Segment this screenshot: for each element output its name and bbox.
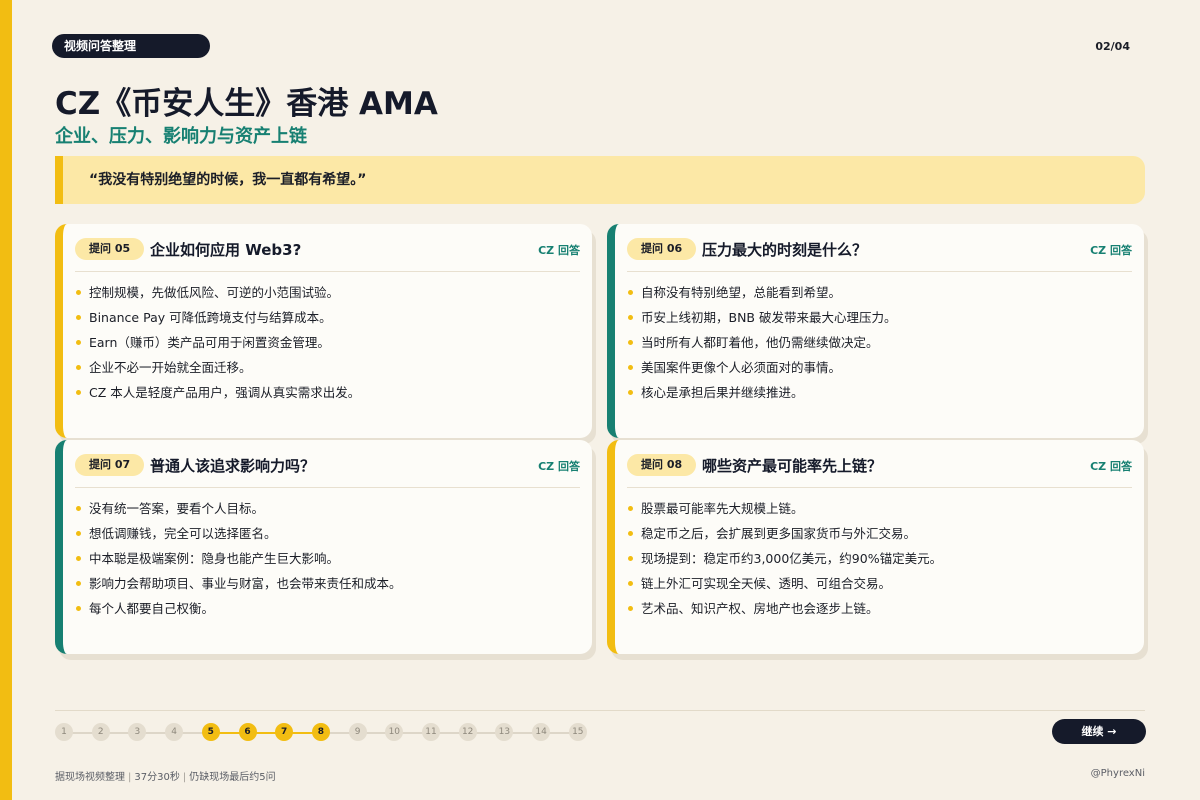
continue-button[interactable]: 继续 → bbox=[1052, 719, 1146, 744]
progress-step-3[interactable]: 3 bbox=[128, 723, 147, 741]
question-tag: 提问 05 bbox=[75, 238, 145, 260]
question-tag: 提问 08 bbox=[627, 454, 697, 476]
qa-card-06: 提问 06 压力最大的时刻是什么？ CZ 回答 自称没有特别绝望，总能看到希望。… bbox=[607, 224, 1144, 438]
progress-track-active bbox=[212, 732, 323, 734]
answer-item: 美国案件更像个人必须面对的事情。 bbox=[627, 355, 1132, 380]
progress-step-15[interactable]: 15 bbox=[568, 723, 587, 741]
answer-item: 核心是承担后果并继续推进。 bbox=[627, 380, 1132, 405]
question-tag: 提问 06 bbox=[627, 238, 697, 260]
question-title: 压力最大的时刻是什么？ bbox=[702, 241, 868, 259]
answer-item: Earn（赚币）类产品可用于闲置资金管理。 bbox=[75, 330, 580, 355]
qa-card-08: 提问 08 哪些资产最可能率先上链？ CZ 回答 股票最可能率先大规模上链。 稳… bbox=[607, 440, 1144, 654]
progress-step-8[interactable]: 8 bbox=[311, 723, 330, 741]
card-header: 提问 06 压力最大的时刻是什么？ CZ 回答 bbox=[627, 236, 1132, 272]
progress-step-6[interactable]: 6 bbox=[238, 723, 257, 741]
answer-list: 没有统一答案，要看个人目标。 想低调赚钱，完全可以选择匿名。 中本聪是极端案例：… bbox=[75, 496, 580, 621]
footer-note: 仍缺现场最后约5问 bbox=[189, 772, 276, 783]
answer-item: 链上外汇可实现全天候、透明、可组合交易。 bbox=[627, 571, 1132, 596]
progress-step-9[interactable]: 9 bbox=[348, 723, 367, 741]
question-tag: 提问 07 bbox=[75, 454, 145, 476]
page-number: 02/04 bbox=[1095, 40, 1130, 53]
footer-source: 据现场视频整理 | 37分30秒 | 仍缺现场最后约5问 bbox=[55, 772, 276, 783]
answer-item: 控制规模，先做低风险、可逆的小范围试验。 bbox=[75, 280, 580, 305]
page-title: CZ《币安人生》香港 AMA bbox=[55, 86, 438, 122]
answer-item: 币安上线初期，BNB 破发带来最大心理压力。 bbox=[627, 305, 1132, 330]
footer-divider bbox=[55, 710, 1145, 711]
answer-item: CZ 本人是轻度产品用户，强调从真实需求出发。 bbox=[75, 380, 580, 405]
answer-list: 自称没有特别绝望，总能看到希望。 币安上线初期，BNB 破发带来最大心理压力。 … bbox=[627, 280, 1132, 405]
answer-item: 艺术品、知识产权、房地产也会逐步上链。 bbox=[627, 596, 1132, 621]
qa-card-05: 提问 05 企业如何应用 Web3? CZ 回答 控制规模，先做低风险、可逆的小… bbox=[55, 224, 592, 438]
card-header: 提问 07 普通人该追求影响力吗？ CZ 回答 bbox=[75, 452, 580, 488]
progress-stepper: 1 2 3 4 5 6 7 8 9 10 11 12 13 14 15 bbox=[55, 722, 595, 744]
answer-item: 自称没有特别绝望，总能看到希望。 bbox=[627, 280, 1132, 305]
answer-item: 股票最可能率先大规模上链。 bbox=[627, 496, 1132, 521]
answer-item: 中本聪是极端案例：隐身也能产生巨大影响。 bbox=[75, 546, 580, 571]
progress-step-12[interactable]: 12 bbox=[458, 723, 477, 741]
progress-step-11[interactable]: 11 bbox=[422, 723, 440, 741]
question-title: 哪些资产最可能率先上链？ bbox=[702, 457, 883, 475]
answer-list: 股票最可能率先大规模上链。 稳定币之后，会扩展到更多国家货币与外汇交易。 现场提… bbox=[627, 496, 1132, 621]
card-header: 提问 08 哪些资产最可能率先上链？ CZ 回答 bbox=[627, 452, 1132, 488]
answer-item: 影响力会帮助项目、事业与财富，也会带来责任和成本。 bbox=[75, 571, 580, 596]
page-subtitle: 企业、压力、影响力与资产上链 bbox=[55, 126, 307, 147]
answer-by-label: CZ 回答 bbox=[1090, 460, 1132, 473]
answer-item: 稳定币之后，会扩展到更多国家货币与外汇交易。 bbox=[627, 521, 1132, 546]
question-title: 普通人该追求影响力吗？ bbox=[150, 457, 316, 475]
section-tag: 视频问答整理 bbox=[52, 34, 210, 58]
author-handle: @PhyrexNi bbox=[1090, 768, 1145, 779]
card-header: 提问 05 企业如何应用 Web3? CZ 回答 bbox=[75, 236, 580, 272]
answer-by-label: CZ 回答 bbox=[1090, 244, 1132, 257]
answer-list: 控制规模，先做低风险、可逆的小范围试验。 Binance Pay 可降低跨境支付… bbox=[75, 280, 580, 405]
answer-item: 现场提到：稳定币约3,000亿美元，约90%锚定美元。 bbox=[627, 546, 1132, 571]
answer-item: Binance Pay 可降低跨境支付与结算成本。 bbox=[75, 305, 580, 330]
answer-item: 每个人都要自己权衡。 bbox=[75, 596, 580, 621]
answer-item: 企业不必一开始就全面迁移。 bbox=[75, 355, 580, 380]
answer-by-label: CZ 回答 bbox=[538, 460, 580, 473]
progress-step-10[interactable]: 10 bbox=[385, 723, 404, 741]
answer-item: 想低调赚钱，完全可以选择匿名。 bbox=[75, 521, 580, 546]
progress-step-5[interactable]: 5 bbox=[201, 723, 220, 741]
left-accent-bar bbox=[0, 0, 12, 800]
answer-by-label: CZ 回答 bbox=[538, 244, 580, 257]
answer-item: 当时所有人都盯着他，他仍需继续做决定。 bbox=[627, 330, 1132, 355]
progress-step-1[interactable]: 1 bbox=[55, 723, 73, 741]
highlight-quote: “我没有特别绝望的时候，我一直都有希望。” bbox=[55, 156, 1145, 204]
progress-step-7[interactable]: 7 bbox=[275, 723, 294, 741]
answer-item: 没有统一答案，要看个人目标。 bbox=[75, 496, 580, 521]
progress-step-13[interactable]: 13 bbox=[495, 723, 514, 741]
footer-duration: 37分30秒 bbox=[134, 772, 180, 783]
progress-step-14[interactable]: 14 bbox=[532, 723, 551, 741]
progress-step-4[interactable]: 4 bbox=[165, 723, 184, 741]
question-title: 企业如何应用 Web3? bbox=[150, 241, 302, 259]
footer-source-text: 据现场视频整理 bbox=[55, 772, 125, 783]
progress-step-2[interactable]: 2 bbox=[91, 723, 110, 741]
qa-card-07: 提问 07 普通人该追求影响力吗？ CZ 回答 没有统一答案，要看个人目标。 想… bbox=[55, 440, 592, 654]
